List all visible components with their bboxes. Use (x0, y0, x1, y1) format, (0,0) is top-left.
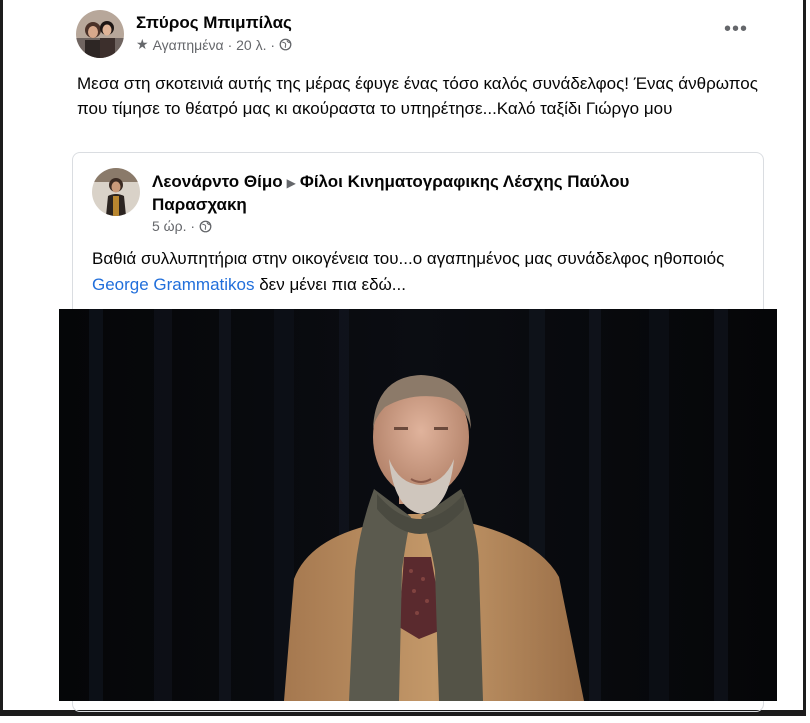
shared-author-avatar[interactable] (92, 168, 140, 216)
triangle-right-icon: ▶ (286, 176, 296, 190)
shared-post-time[interactable]: 5 ώρ. · (152, 218, 195, 234)
shared-post-meta: 5 ώρ. · (152, 218, 212, 234)
post-photo[interactable] (59, 309, 777, 701)
shared-text-after: δεν μένει πια εδώ... (254, 275, 406, 294)
star-icon: ★ (136, 36, 149, 52)
audience-label[interactable]: Αγαπημένα (153, 37, 224, 53)
shared-post-header: Λεονάρντο Θίμο ▶ Φίλοι Κινηματογραφικης Λέ… (152, 171, 712, 216)
post-text: Μεσα στη σκοτεινιά αυτής της μέρας έφυγε… (77, 74, 758, 118)
post-meta: ★ Αγαπημένα · 20 λ. · (136, 36, 292, 53)
author-avatar[interactable] (76, 10, 124, 58)
shared-author-name[interactable]: Λεονάρντο Θίμο (152, 172, 283, 191)
more-options-button[interactable]: ••• (724, 18, 748, 41)
post-time[interactable]: · 20 λ. · (228, 37, 275, 53)
globe-icon (279, 38, 292, 51)
shared-text-before: Βαθιά συλλυπητήρια στην οικογένεια του..… (92, 249, 725, 268)
globe-icon (199, 220, 212, 232)
tagged-person-link[interactable]: George Grammatikos (92, 275, 255, 294)
author-name[interactable]: Σπύρος Μπιμπίλας (136, 13, 292, 33)
shared-post-text: Βαθιά συλλυπητήρια στην οικογένεια του..… (92, 246, 752, 298)
